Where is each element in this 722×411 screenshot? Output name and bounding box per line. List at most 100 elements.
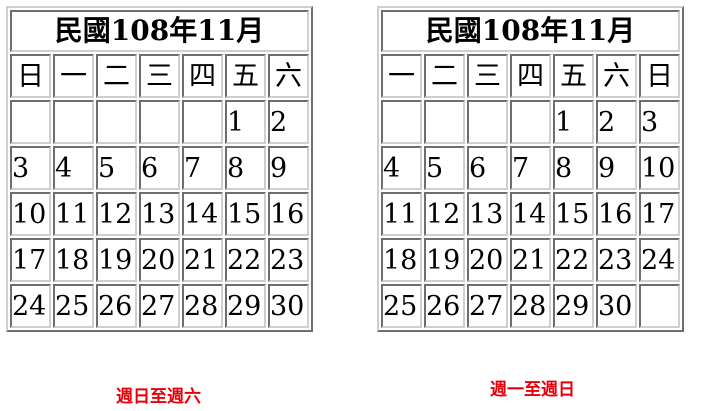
day-cell: 22	[553, 238, 594, 282]
day-cell: 2	[268, 100, 309, 144]
day-cell: 13	[139, 192, 180, 236]
day-cell: 17	[639, 192, 680, 236]
week-row: 25 26 27 28 29 30	[381, 284, 680, 328]
day-cell: 8	[225, 146, 266, 190]
weekday-header: 六	[596, 54, 637, 98]
day-cell: 6	[139, 146, 180, 190]
day-cell: 11	[381, 192, 422, 236]
day-cell-empty	[10, 100, 51, 144]
day-cell: 23	[596, 238, 637, 282]
day-cell: 24	[10, 284, 51, 328]
calendar-sunday-start: 民國108年11月 日 一 二 三 四 五 六 1 2 3 4 5 6 7 8 …	[6, 6, 313, 332]
day-cell: 15	[553, 192, 594, 236]
day-cell: 28	[510, 284, 551, 328]
day-cell: 1	[553, 100, 594, 144]
calendar-monday-start: 民國108年11月 一 二 三 四 五 六 日 1 2 3 4 5 6 7 8 …	[377, 6, 684, 332]
week-row: 4 5 6 7 8 9 10	[381, 146, 680, 190]
day-cell: 11	[53, 192, 94, 236]
day-cell: 22	[225, 238, 266, 282]
weekday-header: 六	[268, 54, 309, 98]
day-cell: 12	[424, 192, 465, 236]
day-cell: 25	[53, 284, 94, 328]
day-cell-empty	[139, 100, 180, 144]
weekday-header: 日	[10, 54, 51, 98]
day-cell: 29	[553, 284, 594, 328]
day-cell: 16	[268, 192, 309, 236]
day-cell: 30	[268, 284, 309, 328]
day-cell: 27	[467, 284, 508, 328]
weekday-header: 三	[467, 54, 508, 98]
day-cell: 2	[596, 100, 637, 144]
weekday-header: 二	[96, 54, 137, 98]
caption-sunday-to-saturday: 週日至週六	[116, 387, 201, 407]
week-row: 1 2	[10, 100, 309, 144]
day-cell: 26	[96, 284, 137, 328]
day-cell: 5	[424, 146, 465, 190]
day-cell: 4	[53, 146, 94, 190]
week-row: 18 19 20 21 22 23 24	[381, 238, 680, 282]
day-cell: 15	[225, 192, 266, 236]
weekday-header: 一	[381, 54, 422, 98]
day-cell: 26	[424, 284, 465, 328]
day-cell: 30	[596, 284, 637, 328]
day-cell: 8	[553, 146, 594, 190]
day-cell: 23	[268, 238, 309, 282]
day-cell-empty	[182, 100, 223, 144]
day-cell: 19	[424, 238, 465, 282]
day-cell-empty	[53, 100, 94, 144]
day-cell: 14	[182, 192, 223, 236]
day-cell: 10	[10, 192, 51, 236]
day-cell: 18	[381, 238, 422, 282]
day-cell: 9	[596, 146, 637, 190]
weekday-header: 四	[510, 54, 551, 98]
day-cell: 3	[639, 100, 680, 144]
day-cell-empty	[467, 100, 508, 144]
day-cell: 18	[53, 238, 94, 282]
weekday-header: 三	[139, 54, 180, 98]
day-cell-empty	[424, 100, 465, 144]
weekday-header: 日	[639, 54, 680, 98]
calendar-title: 民國108年11月	[10, 10, 309, 52]
day-cell: 10	[639, 146, 680, 190]
week-row: 10 11 12 13 14 15 16	[10, 192, 309, 236]
day-cell: 7	[510, 146, 551, 190]
day-cell: 6	[467, 146, 508, 190]
week-row: 1 2 3	[381, 100, 680, 144]
weekday-header-row: 一 二 三 四 五 六 日	[381, 54, 680, 98]
week-row: 24 25 26 27 28 29 30	[10, 284, 309, 328]
day-cell: 28	[182, 284, 223, 328]
day-cell: 21	[182, 238, 223, 282]
day-cell: 24	[639, 238, 680, 282]
day-cell: 25	[381, 284, 422, 328]
day-cell: 14	[510, 192, 551, 236]
day-cell: 20	[139, 238, 180, 282]
week-row: 3 4 5 6 7 8 9	[10, 146, 309, 190]
day-cell-empty	[510, 100, 551, 144]
day-cell: 13	[467, 192, 508, 236]
calendar-title: 民國108年11月	[381, 10, 680, 52]
day-cell: 21	[510, 238, 551, 282]
week-row: 17 18 19 20 21 22 23	[10, 238, 309, 282]
day-cell: 17	[10, 238, 51, 282]
weekday-header: 二	[424, 54, 465, 98]
caption-monday-to-sunday: 週一至週日	[490, 380, 575, 400]
weekday-header: 五	[553, 54, 594, 98]
day-cell: 29	[225, 284, 266, 328]
day-cell: 20	[467, 238, 508, 282]
weekday-header: 五	[225, 54, 266, 98]
weekday-header-row: 日 一 二 三 四 五 六	[10, 54, 309, 98]
day-cell: 19	[96, 238, 137, 282]
day-cell-empty	[381, 100, 422, 144]
day-cell: 27	[139, 284, 180, 328]
day-cell: 5	[96, 146, 137, 190]
day-cell: 3	[10, 146, 51, 190]
weekday-header: 四	[182, 54, 223, 98]
day-cell-empty	[639, 284, 680, 328]
day-cell: 9	[268, 146, 309, 190]
day-cell: 4	[381, 146, 422, 190]
day-cell-empty	[96, 100, 137, 144]
weekday-header: 一	[53, 54, 94, 98]
day-cell: 16	[596, 192, 637, 236]
day-cell: 7	[182, 146, 223, 190]
week-row: 11 12 13 14 15 16 17	[381, 192, 680, 236]
